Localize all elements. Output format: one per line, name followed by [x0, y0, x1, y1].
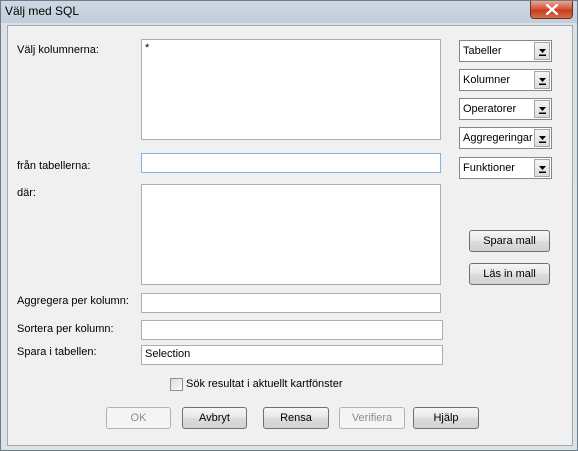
- search-in-map-checkbox[interactable]: [170, 378, 183, 391]
- order-by-label: Sortera per kolumn:: [17, 323, 114, 335]
- columns-label: Välj kolumnerna:: [17, 44, 99, 56]
- load-template-button[interactable]: Läs in mall: [469, 263, 550, 285]
- into-table-value: Selection: [145, 348, 191, 360]
- group-by-label: Aggregera per kolumn:: [17, 295, 129, 307]
- columns-value: *: [145, 42, 150, 54]
- chevron-down-icon: [539, 136, 546, 143]
- cancel-button[interactable]: Avbryt: [182, 407, 247, 429]
- into-table-input[interactable]: Selection: [141, 345, 443, 365]
- dropdown-functions-arrow[interactable]: [534, 159, 550, 177]
- select-sql-dialog: Välj med SQL Välj kolumnerna: från tabel…: [0, 0, 578, 451]
- where-textarea[interactable]: [141, 184, 441, 285]
- chevron-down-icon: [539, 107, 546, 114]
- dropdown-operators-label: Operatorer: [463, 103, 517, 115]
- dropdown-tables-label: Tabeller: [463, 45, 502, 57]
- dropdown-columns-label: Kolumner: [463, 74, 511, 86]
- columns-textarea[interactable]: *: [141, 39, 441, 140]
- order-by-input[interactable]: [141, 320, 443, 340]
- close-button[interactable]: [530, 1, 573, 19]
- dropdown-tables-arrow[interactable]: [534, 42, 550, 60]
- window-title: Välj med SQL: [5, 4, 80, 18]
- dropdown-tables[interactable]: Tabeller: [459, 40, 552, 62]
- search-in-map-label[interactable]: Sök resultat i aktuellt kartfönster: [186, 378, 343, 390]
- dialog-client-area: Välj kolumnerna: från tabellerna: där: A…: [7, 25, 573, 446]
- help-button[interactable]: Hjälp: [413, 407, 479, 429]
- into-table-label: Spara i tabellen:: [17, 346, 97, 358]
- dropdown-columns[interactable]: Kolumner: [459, 69, 552, 91]
- from-tables-label: från tabellerna:: [17, 160, 91, 172]
- dropdown-columns-arrow[interactable]: [534, 71, 550, 89]
- dropdown-functions[interactable]: Funktioner: [459, 157, 552, 179]
- title-bar[interactable]: Välj med SQL: [1, 1, 577, 23]
- where-label: där:: [17, 187, 36, 199]
- dropdown-operators[interactable]: Operatorer: [459, 98, 552, 120]
- dropdown-operators-arrow[interactable]: [534, 100, 550, 118]
- clear-button[interactable]: Rensa: [263, 407, 329, 429]
- chevron-down-icon: [539, 166, 546, 173]
- ok-button[interactable]: OK: [106, 407, 171, 429]
- close-icon: [546, 4, 558, 15]
- verify-button[interactable]: Verifiera: [339, 407, 405, 429]
- group-by-input[interactable]: [141, 293, 441, 313]
- dropdown-aggregates[interactable]: Aggregeringar: [459, 127, 552, 149]
- save-template-button[interactable]: Spara mall: [469, 230, 550, 252]
- from-tables-input[interactable]: [141, 153, 441, 173]
- dropdown-aggregates-arrow[interactable]: [534, 129, 550, 147]
- dropdown-aggregates-label: Aggregeringar: [463, 132, 533, 144]
- chevron-down-icon: [539, 49, 546, 56]
- dropdown-functions-label: Funktioner: [463, 162, 515, 174]
- chevron-down-icon: [539, 78, 546, 85]
